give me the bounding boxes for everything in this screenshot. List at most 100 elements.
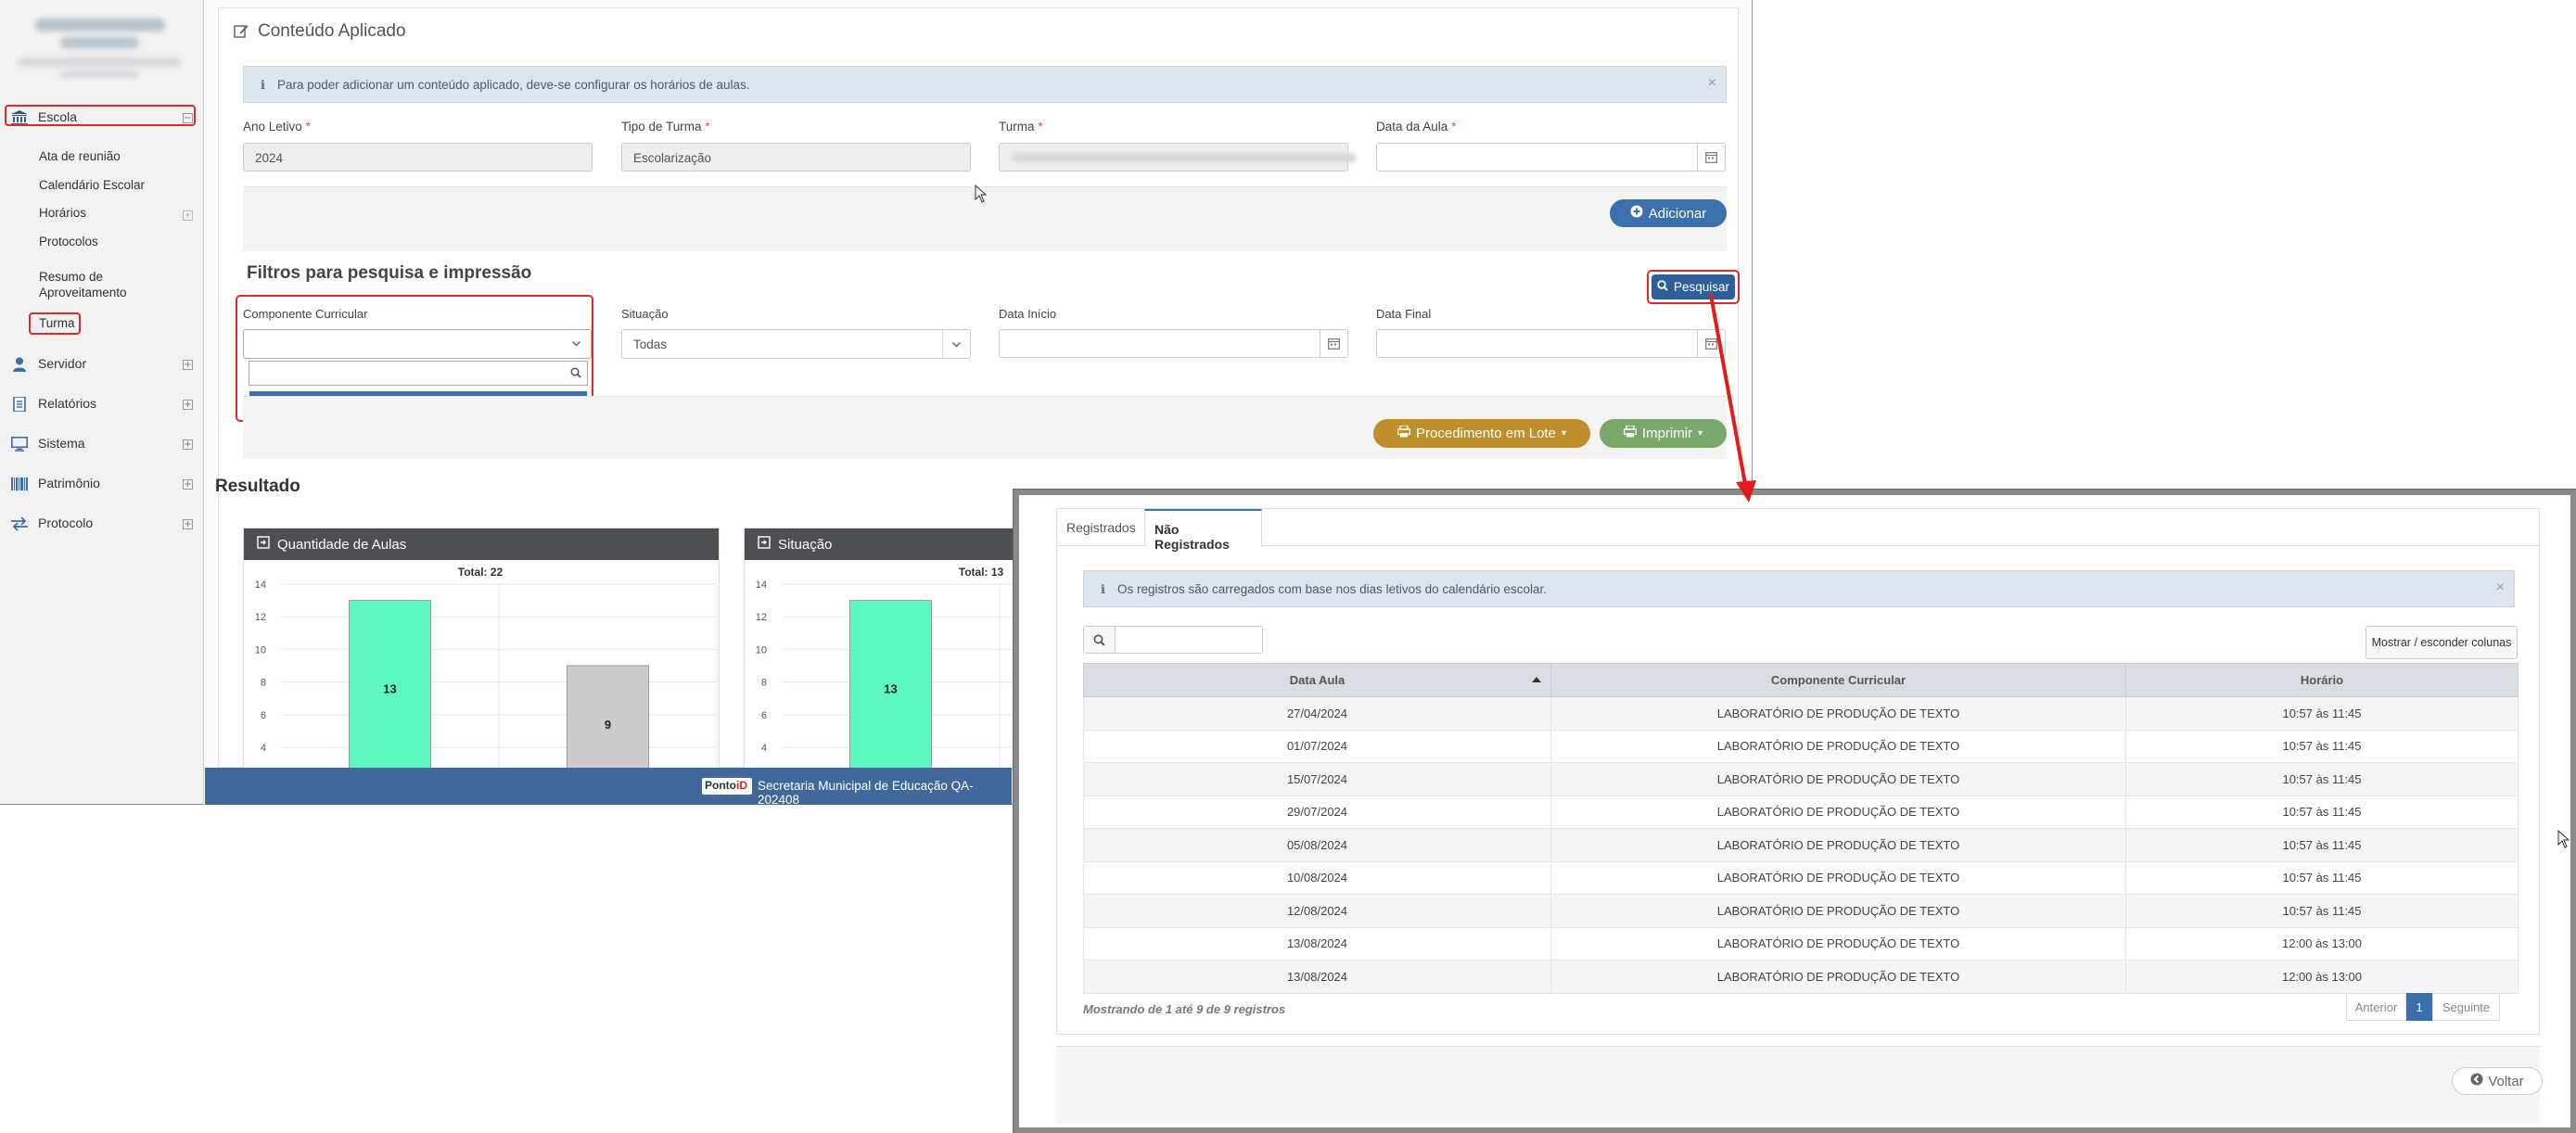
tab-registrados[interactable]: Registrados [1057, 509, 1144, 547]
table-cell: 10:57 às 11:45 [2125, 894, 2519, 928]
y-tick-label: 14 [756, 579, 767, 591]
info-alert: ℹ Para poder adicionar um conteúdo aplic… [243, 66, 1727, 103]
search-icon [1084, 627, 1116, 653]
table-cell: 05/08/2024 [1083, 828, 1551, 862]
data-inicio-label: Data Início [999, 307, 1057, 321]
table-cell: 01/07/2024 [1083, 729, 1551, 763]
y-tick-label: 12 [255, 612, 266, 623]
situacao-select[interactable]: Todas [621, 329, 971, 359]
pagination-prev[interactable]: Anterior [2346, 993, 2406, 1021]
submenu-item-horarios[interactable]: Horários [39, 206, 86, 220]
chart-header: Quantidade de Aulas [244, 528, 719, 560]
toggle-columns-button[interactable]: Mostrar / esconder colunas [2366, 626, 2518, 659]
imprimir-button[interactable]: Imprimir ▾ [1600, 419, 1727, 448]
table-cell: LABORATÓRIO DE PRODUÇÃO DE TEXTO [1550, 926, 2126, 961]
submenu-item-protocolos[interactable]: Protocolos [39, 235, 98, 248]
close-icon[interactable]: × [2496, 579, 2505, 596]
pagination-next[interactable]: Seguinte [2432, 993, 2500, 1021]
expand-icon[interactable]: + [183, 479, 193, 490]
calendar-icon[interactable] [1697, 144, 1725, 171]
column-header-horario[interactable]: Horário [2125, 663, 2519, 697]
situacao-value: Todas [633, 337, 668, 351]
print-icon [1396, 425, 1411, 441]
menu-item-protocolo[interactable]: Protocolo + [0, 505, 202, 542]
pesquisar-highlight-frame [1647, 270, 1740, 304]
bar-value-label: 9 [605, 718, 611, 732]
monitor-icon [11, 437, 28, 452]
chart-quantidade-aulas: Total: 22 4 6 8 10 12 14 13 9 [255, 566, 718, 768]
pagination: Anterior 1 Seguinte [2346, 993, 2500, 1021]
table-cell: 10:57 às 11:45 [2125, 795, 2519, 829]
sign-in-icon [257, 536, 270, 553]
expand-icon[interactable]: + [183, 360, 193, 370]
edit-icon [234, 23, 249, 41]
table-cell: 10:57 às 11:45 [2125, 729, 2519, 763]
turma-field[interactable] [999, 143, 1356, 172]
y-tick-label: 4 [761, 743, 767, 754]
menu-label: Servidor [38, 356, 87, 371]
info-icon: ℹ [261, 78, 265, 92]
data-aula-field[interactable] [1376, 143, 1726, 172]
filters-title: Filtros para pesquisa e impressão [247, 263, 532, 283]
submenu-item-ata[interactable]: Ata de reunião [39, 149, 121, 163]
table-cell: 13/08/2024 [1083, 926, 1551, 961]
user-icon [11, 357, 28, 372]
table-cell: 15/07/2024 [1083, 762, 1551, 796]
calendar-icon[interactable] [1320, 330, 1347, 357]
expand-icon[interactable]: + [183, 210, 193, 221]
turma-highlight-frame [29, 312, 81, 335]
bar-value-label: 13 [383, 682, 396, 696]
tab-nao-registrados[interactable]: Não Registrados [1144, 509, 1262, 552]
report-icon [11, 396, 28, 413]
ano-letivo-field[interactable]: 2024 [243, 143, 593, 172]
results-tab-panel: Registrados Não Registrados ℹ Os registr… [1056, 508, 2540, 1035]
close-icon[interactable]: × [1708, 75, 1716, 92]
table-search-input[interactable] [1083, 626, 1263, 654]
table-cell: LABORATÓRIO DE PRODUÇÃO DE TEXTO [1550, 960, 2126, 994]
table-cell: 10/08/2024 [1083, 860, 1551, 895]
expand-icon[interactable]: + [183, 519, 193, 529]
data-final-field[interactable] [1376, 329, 1726, 358]
caret-down-icon: ▾ [1561, 428, 1566, 439]
submenu-item-resumo[interactable]: Resumo de Aproveitamento [39, 269, 141, 300]
voltar-button[interactable]: Voltar [2452, 1067, 2543, 1095]
adicionar-button[interactable]: Adicionar [1610, 199, 1727, 227]
table-cell: LABORATÓRIO DE PRODUÇÃO DE TEXTO [1550, 894, 2126, 928]
table-row: 15/07/2024 LABORATÓRIO DE PRODUÇÃO DE TEX… [1083, 762, 2519, 796]
data-final-label: Data Final [1376, 307, 1432, 321]
table-row: 27/04/2024 LABORATÓRIO DE PRODUÇÃO DE TEX… [1083, 696, 2519, 731]
table-cell: LABORATÓRIO DE PRODUÇÃO DE TEXTO [1550, 860, 2126, 895]
table-cell: 12:00 às 13:00 [2125, 960, 2519, 994]
footer-logo: PontoiD [702, 778, 752, 795]
expand-icon[interactable]: + [183, 400, 193, 410]
adicionar-label: Adicionar [1648, 205, 1707, 222]
procedimento-lote-button[interactable]: Procedimento em Lote ▾ [1373, 419, 1590, 448]
calendar-icon[interactable] [1697, 330, 1725, 357]
expand-icon[interactable]: + [183, 439, 193, 450]
menu-item-patrimonio[interactable]: Patrimônio + [0, 465, 202, 503]
arrow-left-circle-icon [2470, 1073, 2483, 1089]
data-inicio-field[interactable] [999, 329, 1348, 358]
table-row: 05/08/2024 LABORATÓRIO DE PRODUÇÃO DE TEX… [1083, 828, 2519, 862]
mouse-cursor-icon [975, 185, 988, 203]
y-tick-label: 6 [761, 710, 767, 721]
records-info-alert: ℹ Os registros são carregados com base n… [1083, 570, 2515, 607]
menu-item-sistema[interactable]: Sistema + [0, 426, 202, 463]
column-header-data-aula[interactable]: Data Aula [1083, 663, 1551, 697]
tipo-turma-field[interactable]: Escolarização [621, 143, 971, 172]
column-header-componente[interactable]: Componente Curricular [1550, 663, 2126, 697]
table-row: 13/08/2024 LABORATÓRIO DE PRODUÇÃO DE TEX… [1083, 960, 2519, 994]
pagination-page-1[interactable]: 1 [2406, 993, 2432, 1021]
page-header: Conteúdo Aplicado [234, 21, 406, 42]
table-cell: 13/08/2024 [1083, 960, 1551, 994]
menu-item-relatorios[interactable]: Relatórios + [0, 386, 202, 423]
menu-item-servidor[interactable]: Servidor + [0, 346, 202, 383]
resultado-title: Resultado [215, 477, 300, 496]
menu-label: Relatórios [38, 396, 97, 411]
table-cell: LABORATÓRIO DE PRODUÇÃO DE TEXTO [1550, 696, 2126, 731]
table-cell: 27/04/2024 [1083, 696, 1551, 731]
table-cell: 12:00 às 13:00 [2125, 926, 2519, 961]
results-table: Data Aula Componente Curricular Horário … [1083, 663, 2519, 994]
submenu-item-calendario[interactable]: Calendário Escolar [39, 178, 145, 192]
table-cell: 10:57 às 11:45 [2125, 828, 2519, 862]
